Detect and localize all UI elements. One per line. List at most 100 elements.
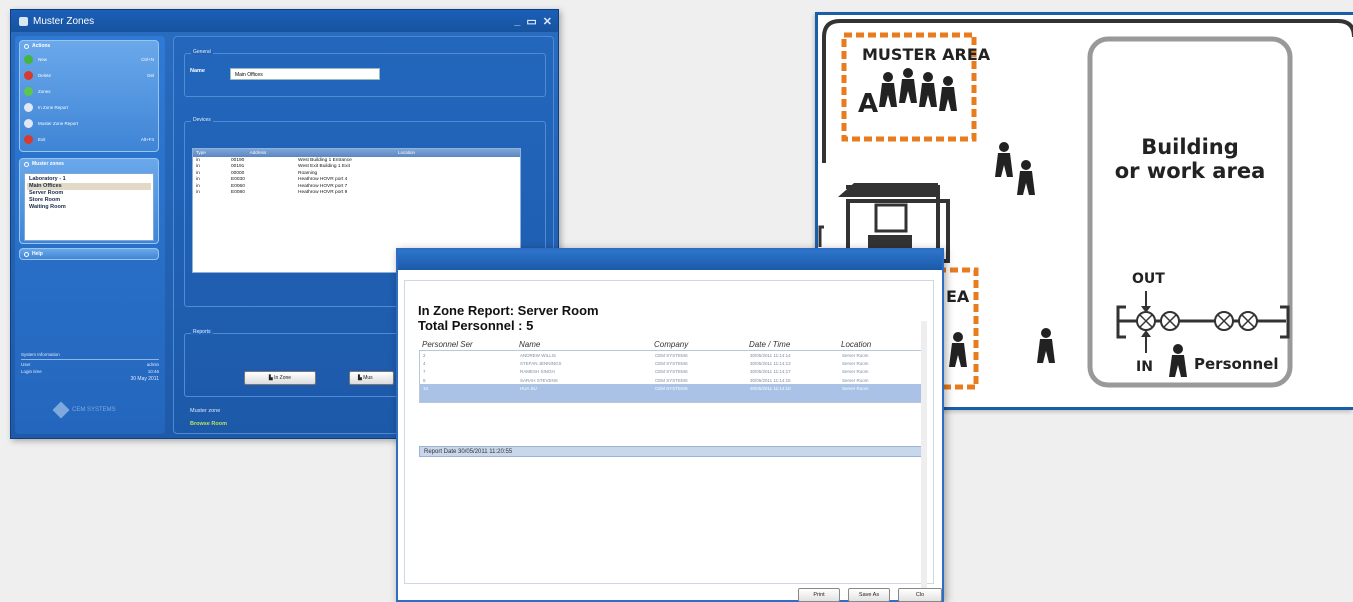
table-row[interactable]: 4 STEFAN JENNINGS CEM SYSTEMS 30/05/2011 11… (420, 359, 921, 367)
action-shortcut: Del (147, 72, 154, 78)
device-type: in (196, 157, 200, 163)
muster-area-label: MUSTER AREA (862, 45, 991, 64)
logo-icon (52, 401, 70, 419)
action-item[interactable]: Delete Del (20, 67, 158, 83)
close-icon[interactable]: ✕ (543, 15, 552, 28)
logo-text: CEM SYSTEMS (72, 407, 116, 413)
devices-table-header: Type Address Location (193, 149, 520, 157)
col-location: Location (841, 340, 872, 349)
collapse-icon[interactable] (24, 43, 29, 49)
save-as-button[interactable]: Save As (848, 588, 890, 602)
muster-report-button[interactable]: ▙ Mus (349, 371, 394, 385)
close-button[interactable]: Clo (898, 588, 942, 602)
in-zone-button[interactable]: ▙ In Zone (244, 371, 316, 385)
col-type[interactable]: Type (193, 149, 223, 157)
personnel-name: HUA SU (520, 385, 537, 391)
action-shortcut: Alt+F4 (140, 136, 154, 142)
device-address: 00191 (231, 164, 245, 170)
personnel-label: Personnel (1194, 355, 1279, 373)
system-info-label: System Information (21, 352, 60, 357)
action-item[interactable]: New Ctrl+N (20, 51, 158, 67)
login-label: Login time (21, 369, 42, 374)
device-address: 00000 (231, 170, 245, 176)
out-label: OUT (1132, 271, 1165, 287)
window-title: Muster Zones (33, 15, 95, 27)
personnel-ser: 7 (423, 369, 426, 375)
device-location: Roaming (298, 170, 318, 176)
app-icon (19, 16, 28, 26)
col-datetime: Date / Time (749, 340, 791, 349)
action-icon (24, 118, 33, 128)
device-address: E0030 (231, 177, 245, 183)
table-row[interactable]: in 00190 West Building 1 Entrance (193, 157, 520, 164)
login-value: 10:46 (147, 369, 159, 374)
name-label: Name (190, 68, 205, 74)
company: CEM SYSTEMS (655, 360, 688, 366)
action-item[interactable]: In Zone Report (20, 99, 158, 115)
date-time: 30/05/2011 11:14:15 (750, 377, 791, 383)
col-location[interactable]: Location (293, 149, 520, 157)
action-label: New (38, 56, 48, 62)
minimize-icon[interactable]: _ (514, 15, 520, 28)
device-location: West Exit Building 1 Exit (298, 164, 350, 170)
zone-item[interactable]: Laboratory - 1 (27, 176, 151, 183)
muster-area-letter: A (858, 89, 879, 119)
expand-icon[interactable] (24, 251, 29, 257)
action-icon (24, 54, 33, 64)
zone-item[interactable]: Server Room (27, 190, 151, 197)
user-value: admin (146, 362, 159, 367)
help-panel[interactable]: Help (19, 248, 159, 260)
maximize-icon[interactable]: ▭ (526, 15, 536, 28)
device-location: Heathrow HOVR port 4 (298, 177, 348, 183)
device-address: E0080 (231, 190, 245, 196)
cem-logo: CEM SYSTEMS (52, 401, 116, 419)
in-zone-button-label: In Zone (274, 375, 292, 381)
title-bar: Muster Zones _ ▭ ✕ (11, 10, 558, 32)
col-company: Company (654, 340, 689, 349)
company: CEM SYSTEMS (655, 352, 688, 358)
action-label: In Zone Report (38, 104, 69, 110)
muster-zone-value[interactable]: Browse Room (190, 421, 227, 427)
device-type: in (196, 164, 200, 170)
col-name: Name (519, 340, 541, 349)
personnel-name: RAMESH SINGH (520, 369, 555, 375)
action-item[interactable]: Zones (20, 83, 158, 99)
building-label-line1: Building (1141, 135, 1239, 159)
action-item[interactable]: Muster Zone Report (20, 115, 158, 131)
table-row[interactable]: 8 SARAH STEVENS CEM SYSTEMS 30/05/2011 11:1… (420, 376, 921, 384)
company: CEM SYSTEMS (655, 377, 688, 383)
action-item[interactable]: Exit Alt+F4 (20, 131, 158, 147)
date-time: 30/05/2011 11:14:14 (750, 352, 791, 358)
table-row[interactable]: in 00191 West Exit Building 1 Exit (193, 164, 520, 171)
date-time: 30/05/2011 11:14:10 (750, 385, 791, 391)
actions-panel: Actions New Ctrl+N Delete Del Zones In Zone R… (19, 40, 159, 152)
company: CEM SYSTEMS (655, 369, 688, 375)
print-button[interactable]: Print (798, 588, 840, 602)
table-row[interactable]: 2 ANDREW WILLIS CEM SYSTEMS 30/05/2011 11:1… (420, 351, 921, 359)
report-total: Total Personnel : 5 (418, 318, 534, 333)
table-row[interactable]: in E0030 Heathrow HOVR port 4 (193, 177, 520, 184)
table-row[interactable]: in 00000 Roaming (193, 170, 520, 177)
muster-zone-label: Muster zone (190, 408, 221, 414)
zone-list: Laboratory - 1 Main Offices Server Room … (24, 173, 154, 241)
table-row[interactable]: in E0060 Heathrow HOVR port 7 (193, 183, 520, 190)
reports-label: Reports (191, 329, 213, 335)
action-icon (24, 86, 33, 96)
report-title-bar (398, 250, 942, 270)
zone-item-selected[interactable]: Main Offices (27, 183, 151, 190)
system-information: System Information User admin Login time 1… (21, 352, 159, 382)
collapse-icon[interactable] (24, 161, 29, 167)
name-input[interactable]: Main Offices (230, 68, 380, 80)
table-row[interactable]: 10 HUA SU CEM SYSTEMS 30/05/2011 11:14:10 Se… (420, 384, 921, 393)
table-row[interactable]: 7 RAMESH SINGH CEM SYSTEMS 30/05/2011 11:14… (420, 368, 921, 376)
report-scrollbar[interactable] (921, 321, 927, 602)
personnel-name: SARAH STEVENS (520, 377, 558, 383)
col-address[interactable]: Address (223, 149, 293, 157)
zone-item[interactable]: Waiting Room (27, 204, 151, 211)
action-label: Exit (38, 136, 46, 142)
table-row[interactable]: in E0080 Heathrow HOVR port 9 (193, 190, 520, 197)
zone-item[interactable]: Store Room (27, 197, 151, 204)
current-date: 30 May 2011 (130, 376, 159, 382)
user-label: User (21, 362, 31, 367)
location: Server Room (842, 352, 869, 358)
